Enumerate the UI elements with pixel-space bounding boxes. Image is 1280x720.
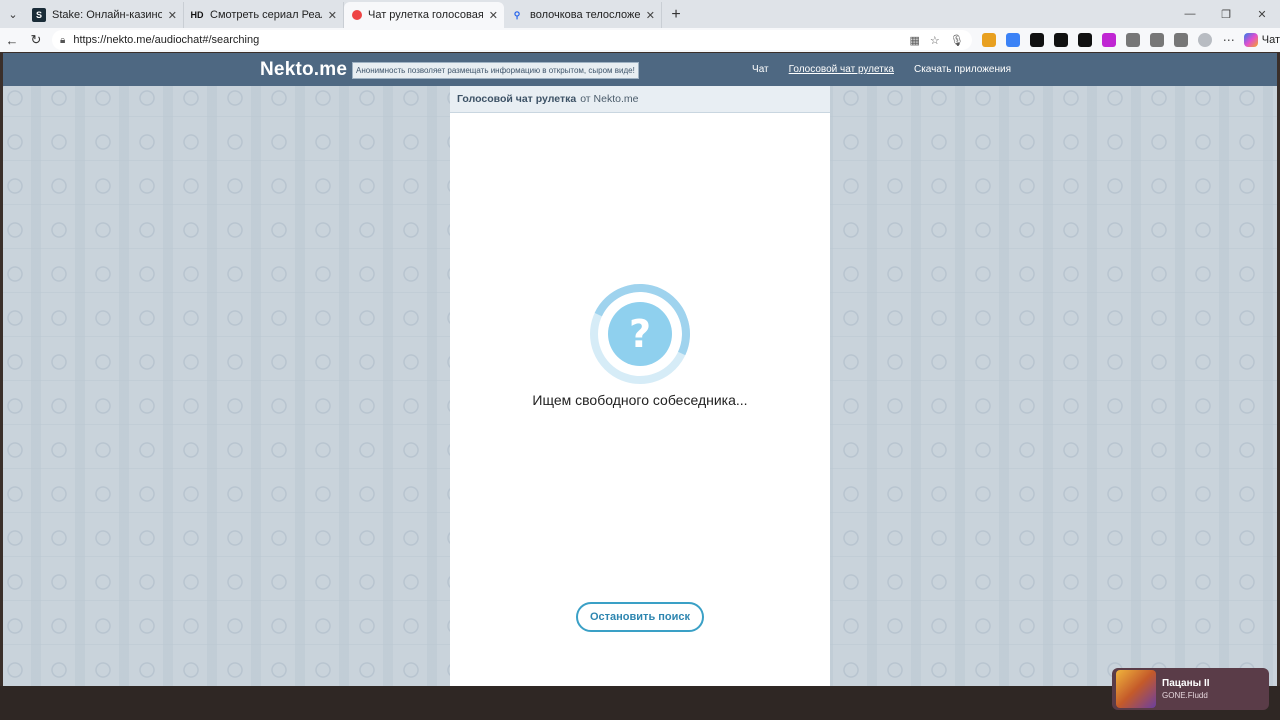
url-field[interactable]: 🔒︎ https://nekto.me/audiochat#/searching… [52, 30, 972, 50]
extension-icon[interactable] [1005, 33, 1020, 47]
search-status-text: Ищем свободного собеседника... [532, 392, 748, 408]
panel-title: Голосовой чат рулетка [457, 93, 577, 105]
window-controls: — ❐ ✕ [1172, 0, 1280, 28]
back-icon[interactable]: ← [0, 28, 24, 52]
tab-title: Stake: Онлайн-казино и ставки н [52, 9, 162, 21]
restore-icon[interactable]: ❐ [1208, 0, 1244, 28]
nav-download-apps-link[interactable]: Скачать приложения [914, 64, 1011, 75]
extension-icon[interactable] [1101, 33, 1116, 47]
searching-spinner: ? [575, 269, 705, 399]
nav-voice-chat-link[interactable]: Голосовой чат рулетка [789, 64, 894, 75]
web-page: Nekto.me Анонимность позволяет размещать… [3, 53, 1277, 686]
browser-tab[interactable]: HD Смотреть сериал Реальные пацан ✕ [184, 2, 344, 28]
new-tab-button[interactable]: + [662, 2, 690, 28]
split-screen-icon[interactable] [1149, 33, 1164, 47]
favorites-icon[interactable] [1173, 33, 1188, 47]
close-icon[interactable]: ✕ [646, 9, 655, 22]
puzzle-icon[interactable] [1125, 33, 1140, 47]
close-icon[interactable]: ✕ [489, 9, 498, 22]
star-icon[interactable]: ☆ [930, 34, 940, 47]
site-logo[interactable]: Nekto.me [260, 59, 347, 81]
panel-subtitle: от Nekto.me [580, 93, 639, 105]
minimize-icon[interactable]: — [1172, 0, 1208, 28]
address-bar: ← ↻ 🔒︎ https://nekto.me/audiochat#/searc… [0, 28, 1280, 52]
extension-icon[interactable] [981, 33, 996, 47]
close-icon[interactable]: ✕ [328, 9, 337, 22]
mic-icon[interactable]: 🎙︎ [950, 34, 964, 47]
copilot-button[interactable]: Чат [1243, 33, 1280, 47]
extension-icon[interactable] [1029, 33, 1044, 47]
tab-list-icon[interactable]: ⌄ [0, 0, 26, 28]
app-icon[interactable]: ▦ [910, 34, 920, 47]
site-header: Nekto.me Анонимность позволяет размещать… [3, 53, 1277, 86]
extensions-bar: ⋯ [981, 33, 1236, 47]
nav-chat-link[interactable]: Чат [752, 64, 769, 75]
tab-title: волочкова телосложение - Searc [530, 9, 640, 21]
lock-icon: 🔒︎ [60, 34, 66, 46]
browser-tab[interactable]: ⚲ волочкова телосложение - Searc ✕ [504, 2, 662, 28]
hd-icon: HD [190, 10, 204, 20]
browser-tab[interactable]: S Stake: Онлайн-казино и ставки н ✕ [26, 2, 184, 28]
tab-title: Смотреть сериал Реальные пацан [210, 9, 322, 21]
more-icon[interactable]: ⋯ [1222, 33, 1236, 47]
track-artist: GONE.Fludd [1162, 691, 1208, 700]
copilot-label: Чат [1261, 34, 1280, 46]
stop-search-button[interactable]: Остановить поиск [576, 602, 704, 632]
panel-header: Голосовой чат рулетка от Nekto.me [450, 86, 830, 113]
search-icon: ⚲ [513, 9, 521, 20]
close-icon[interactable]: ✕ [168, 9, 177, 22]
stake-icon: S [32, 8, 46, 22]
site-nav: Чат Голосовой чат рулетка Скачать прилож… [752, 64, 1011, 75]
nekto-icon [352, 10, 362, 20]
chat-panel: Голосовой чат рулетка от Nekto.me ? Ищем… [450, 86, 830, 686]
profile-avatar[interactable] [1197, 33, 1212, 47]
album-art [1116, 670, 1156, 708]
tagline: Анонимность позволяет размещать информац… [352, 62, 639, 79]
reload-icon[interactable]: ↻ [24, 28, 48, 52]
url-text: https://nekto.me/audiochat#/searching [73, 34, 260, 46]
taskbar [0, 686, 1280, 720]
question-icon: ? [608, 302, 672, 366]
extension-icon[interactable] [1077, 33, 1092, 47]
browser-tabbar: ⌄ S Stake: Онлайн-казино и ставки н ✕ HD… [0, 0, 1280, 28]
track-title: Пацаны II [1162, 678, 1210, 689]
extension-icon[interactable] [1053, 33, 1068, 47]
close-window-icon[interactable]: ✕ [1244, 0, 1280, 28]
tab-title: Чат рулетка голосовая — Ne [368, 9, 483, 21]
copilot-icon [1243, 33, 1258, 47]
media-player-widget[interactable]: Пацаны II GONE.Fludd [1112, 668, 1269, 710]
browser-tab-active[interactable]: Чат рулетка голосовая — Ne ✕ [344, 2, 504, 28]
